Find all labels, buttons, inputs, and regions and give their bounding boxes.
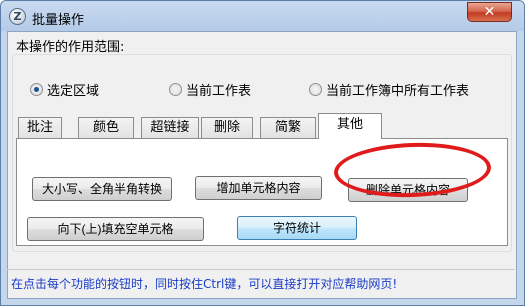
- radio-label: 当前工作簿中所有工作表: [326, 84, 470, 99]
- tab-hyperlinks[interactable]: 超链接: [141, 117, 199, 138]
- radio-unchecked-icon: [309, 83, 322, 96]
- radio-label: 当前工作表: [186, 84, 252, 99]
- tab-simplified-traditional[interactable]: 简繁: [260, 117, 316, 138]
- hint-divider: [7, 269, 515, 270]
- window-title: 批量操作: [32, 13, 85, 28]
- close-button[interactable]: ✕: [467, 2, 512, 22]
- radio-unchecked-icon: [169, 83, 182, 96]
- radio-checked-icon: [30, 83, 43, 96]
- case-convert-button[interactable]: 大小写、全角半角转换: [32, 177, 172, 201]
- fill-empty-cells-button[interactable]: 向下(上)填充空单元格: [27, 217, 204, 241]
- delete-cell-content-button[interactable]: 删除单元格内容: [348, 178, 468, 202]
- add-cell-content-button[interactable]: 增加单元格内容: [195, 176, 322, 200]
- scope-label: 本操作的作用范围:: [16, 40, 125, 55]
- radio-label: 选定区域: [47, 84, 100, 99]
- batch-operation-dialog: Z 批量操作 ✕ 本操作的作用范围: 选定区域 当前工作表 当前工作簿中所有工作…: [0, 0, 525, 306]
- radio-current-sheet[interactable]: 当前工作表: [169, 80, 251, 99]
- title-bar[interactable]: Z 批量操作 ✕: [1, 1, 524, 31]
- tab-colors[interactable]: 颜色: [78, 117, 134, 138]
- tab-other[interactable]: 其他: [318, 113, 382, 139]
- app-icon: Z: [9, 8, 26, 25]
- radio-selected-range[interactable]: 选定区域: [30, 80, 99, 99]
- ctrl-help-hint: 在点击每个功能的按钮时，同时按住Ctrl键，可以直接打开对应帮助网页!: [11, 277, 398, 291]
- radio-all-sheets[interactable]: 当前工作簿中所有工作表: [309, 80, 469, 99]
- tab-delete[interactable]: 删除: [201, 117, 253, 138]
- character-statistics-button[interactable]: 字符统计: [237, 216, 357, 240]
- tab-comments[interactable]: 批注: [18, 117, 62, 138]
- dialog-body: 本操作的作用范围: 选定区域 当前工作表 当前工作簿中所有工作表 批注 颜色 超…: [7, 31, 517, 299]
